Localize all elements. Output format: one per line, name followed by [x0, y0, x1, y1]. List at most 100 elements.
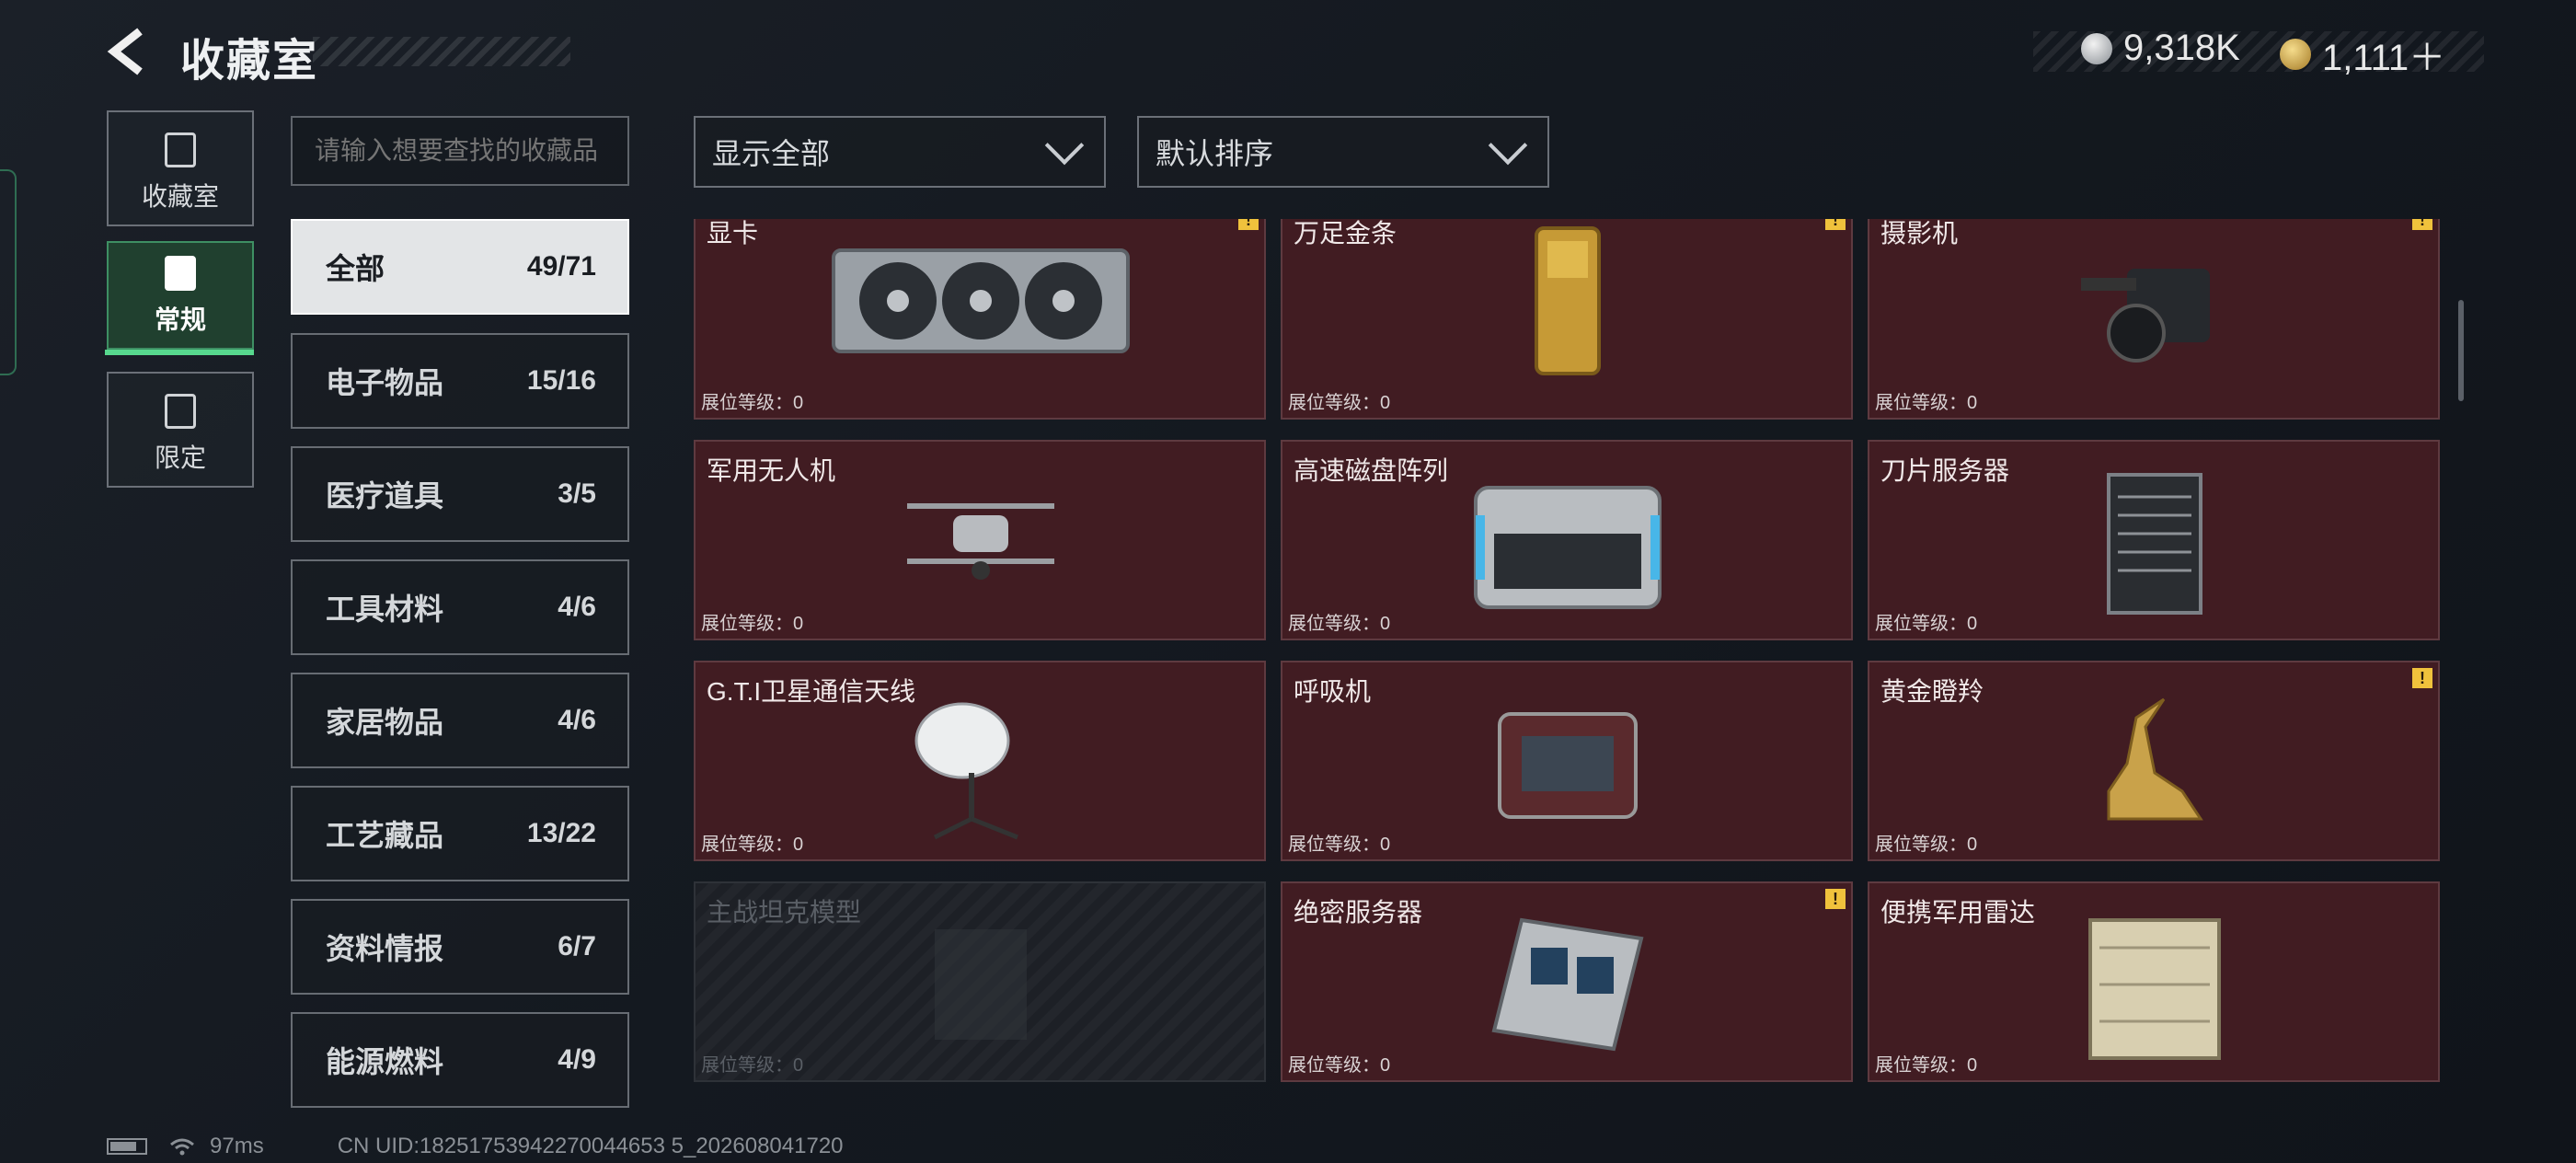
item-level: 展位等级：0 [1288, 393, 1391, 413]
item-image [1535, 226, 1601, 375]
item-level: 展位等级：0 [1875, 614, 1978, 634]
collection-item-card[interactable]: 绝密服务器展位等级：0! [1281, 881, 1853, 1082]
ping-value: 97ms [210, 1134, 264, 1158]
item-name: 万足金条 [1294, 219, 1397, 248]
regular-icon [165, 256, 196, 291]
category-count: 4/9 [558, 1044, 596, 1075]
warning-icon: ! [2412, 219, 2432, 230]
item-level: 展位等级：0 [1288, 1055, 1391, 1076]
item-level: 展位等级：0 [701, 835, 804, 855]
category-fuel[interactable]: 能源燃料 4/9 [291, 1012, 629, 1108]
collection-item-card[interactable]: 便携军用雷达展位等级：0 [1868, 881, 2440, 1082]
collection-item-card[interactable]: 呼吸机展位等级：0 [1281, 661, 1853, 861]
gold-currency-value: 1,111＋ [2322, 38, 2446, 78]
collection-item-card[interactable]: G.T.I卫星通信天线展位等级：0 [694, 661, 1266, 861]
category-count: 15/16 [526, 365, 596, 396]
item-name: 刀片服务器 [1880, 456, 2010, 485]
category-crafts[interactable]: 工艺藏品 13/22 [291, 786, 629, 881]
sort-dropdown[interactable]: 默认排序 [1137, 116, 1549, 188]
active-tab-indicator [105, 350, 254, 355]
category-name: 资料情报 [326, 932, 444, 965]
battery-icon [107, 1138, 147, 1155]
item-name: 呼吸机 [1294, 677, 1372, 706]
page-title: 收藏室 [180, 37, 319, 86]
warning-icon: ! [2412, 668, 2432, 688]
tab-label: 常规 [154, 305, 206, 334]
grid-scrollbar[interactable] [2458, 300, 2464, 401]
item-name: 便携军用雷达 [1880, 898, 2036, 927]
item-level: 展位等级：0 [701, 614, 804, 634]
item-level: 展位等级：0 [1288, 835, 1391, 855]
limited-icon [165, 394, 196, 429]
category-name: 电子物品 [326, 366, 444, 399]
collection-item-card[interactable]: 刀片服务器展位等级：0 [1868, 440, 2440, 640]
chevron-down-icon [1044, 125, 1085, 166]
tab-collection-room[interactable]: 收藏室 [107, 110, 254, 226]
collection-item-card[interactable]: 万足金条展位等级：0! [1281, 219, 1853, 420]
item-name: 绝密服务器 [1294, 898, 1423, 927]
item-level: 展位等级：0 [701, 393, 804, 413]
category-count: 13/22 [526, 818, 596, 848]
wifi-icon [170, 1138, 194, 1156]
collection-item-card[interactable]: 显卡展位等级：0! [694, 219, 1266, 420]
warning-icon: ! [1825, 889, 1846, 909]
silver-coin-icon [2081, 32, 2112, 64]
collection-icon [165, 132, 196, 167]
item-image [2081, 269, 2210, 363]
gold-currency[interactable]: 1,111＋ [2280, 28, 2445, 81]
item-image [1498, 712, 1638, 819]
item-level: 展位等级：0 [1875, 393, 1978, 413]
category-intel[interactable]: 资料情报 6/7 [291, 899, 629, 995]
item-level: 展位等级：0 [1875, 1055, 1978, 1076]
category-name: 家居物品 [326, 706, 444, 739]
category-tools[interactable]: 工具材料 4/6 [291, 559, 629, 655]
title-stripe-decoration [313, 37, 570, 66]
item-name: 主战坦克模型 [707, 898, 862, 927]
category-household[interactable]: 家居物品 4/6 [291, 673, 629, 768]
silver-currency: 9,318K [2081, 28, 2240, 69]
collection-item-card[interactable]: 黄金瞪羚展位等级：0! [1868, 661, 2440, 861]
status-footer: 97ms CN UID:18251753942270044653 5_20260… [107, 1134, 844, 1159]
warning-icon: ! [1825, 219, 1846, 230]
item-level: 展位等级：0 [1875, 835, 1978, 855]
category-name: 工具材料 [326, 593, 444, 626]
category-electronics[interactable]: 电子物品 15/16 [291, 333, 629, 429]
collection-grid: 显卡 展位等级：0! 万足金条 展位等级：0! 摄影机 展位等级：0! 军用无人机 展位等级：… [694, 219, 2442, 1111]
collection-item-card[interactable]: 主战坦克模型 展位等级：0 [694, 881, 1266, 1082]
tab-label: 收藏室 [141, 182, 219, 211]
collection-item-card[interactable]: 摄影机展位等级：0! [1868, 219, 2440, 420]
warning-icon: ! [1238, 219, 1259, 230]
silver-currency-value: 9,318K [2123, 28, 2240, 68]
gold-coin-icon [2280, 39, 2311, 70]
collection-item-card[interactable]: 高速磁盘阵列展位等级：0 [1281, 440, 1853, 640]
side-drawer-handle[interactable] [0, 169, 17, 375]
item-name: 黄金瞪羚 [1880, 677, 1984, 706]
item-image [914, 702, 1018, 840]
search-input[interactable] [291, 116, 629, 186]
item-name: 摄影机 [1880, 219, 1959, 248]
category-medical[interactable]: 医疗道具 3/5 [291, 446, 629, 542]
category-count: 49/71 [526, 251, 596, 282]
item-image [2107, 697, 2203, 821]
tab-regular[interactable]: 常规 [107, 241, 254, 350]
tab-limited[interactable]: 限定 [107, 372, 254, 488]
collection-item-card[interactable]: 军用无人机展位等级：0 [694, 440, 1266, 640]
item-level: 展位等级：0 [1288, 614, 1391, 634]
category-name: 医疗道具 [326, 479, 444, 512]
category-name: 能源燃料 [326, 1045, 444, 1078]
display-filter-dropdown[interactable]: 显示全部 [694, 116, 1106, 188]
item-name: 显卡 [707, 219, 759, 248]
item-image [1491, 917, 1644, 1052]
chevron-down-icon [1488, 125, 1528, 166]
item-name: 军用无人机 [707, 456, 836, 485]
item-image [1474, 486, 1662, 609]
back-arrow-icon[interactable] [103, 26, 155, 77]
category-count: 4/6 [558, 592, 596, 622]
sort-value: 默认排序 [1156, 137, 1274, 170]
tab-label: 限定 [154, 443, 206, 472]
category-all[interactable]: 全部 49/71 [291, 219, 629, 315]
item-image [2088, 918, 2221, 1060]
item-name: 高速磁盘阵列 [1294, 456, 1449, 485]
category-name: 工艺藏品 [326, 819, 444, 852]
item-name: G.T.I卫星通信天线 [707, 677, 916, 706]
